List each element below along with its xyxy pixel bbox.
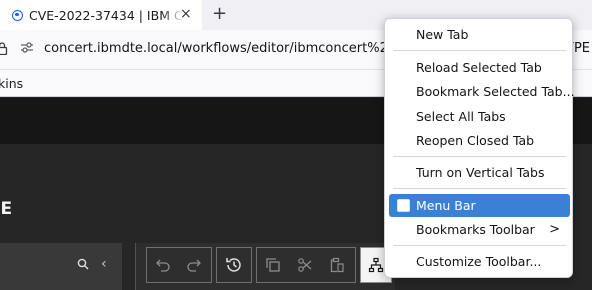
menu-item-label: Menu Bar <box>416 198 476 213</box>
menu-separator <box>393 50 566 51</box>
tab-context-menu: New Tab Reload Selected Tab Bookmark Sel… <box>384 18 575 278</box>
menu-item-select-all-tabs[interactable]: Select All Tabs <box>389 105 570 128</box>
menu-separator <box>393 245 566 246</box>
menu-separator <box>393 188 566 189</box>
menu-item-new-tab[interactable]: New Tab <box>389 23 570 46</box>
paste-button[interactable] <box>321 247 353 283</box>
cut-button[interactable] <box>289 247 321 283</box>
url-text: concert.ibmdte.local/workflows/editor/ib… <box>44 41 412 56</box>
history-button[interactable] <box>218 247 250 283</box>
ibm-concert-icon <box>12 9 23 21</box>
cut-icon <box>297 257 313 273</box>
close-tab-icon[interactable]: × <box>180 6 192 22</box>
copy-button[interactable] <box>257 247 289 283</box>
menu-item-vertical-tabs[interactable]: Turn on Vertical Tabs <box>389 161 570 184</box>
menu-item-customize-toolbar[interactable]: Customize Toolbar... <box>389 250 570 273</box>
menu-item-bookmark-selected-tab[interactable]: Bookmark Selected Tab... <box>389 80 575 103</box>
redo-button[interactable] <box>178 247 210 283</box>
search-icon[interactable] <box>77 258 89 273</box>
tab-title: CVE-2022-37434 | IBM Concert <box>29 7 185 23</box>
paste-icon <box>329 257 345 273</box>
history-icon <box>225 256 243 274</box>
permissions-icon[interactable] <box>20 41 34 56</box>
workflow-icon <box>368 257 384 273</box>
submenu-arrow-icon: > <box>549 222 560 237</box>
menu-item-label: Bookmarks Toolbar <box>416 222 535 237</box>
bookmark-item[interactable]: kins <box>0 76 23 91</box>
menu-item-menu-bar[interactable]: Menu Bar <box>389 194 570 217</box>
menu-item-reload-selected-tab[interactable]: Reload Selected Tab <box>389 56 570 79</box>
copy-icon <box>265 257 281 273</box>
menu-item-reopen-closed-tab[interactable]: Reopen Closed Tab <box>389 129 570 152</box>
redo-icon <box>186 258 202 272</box>
lock-icon[interactable] <box>0 42 8 59</box>
menu-bar-checkbox[interactable] <box>397 199 410 212</box>
menu-separator <box>393 156 566 157</box>
page-title: PE <box>0 199 13 219</box>
menu-item-bookmarks-toolbar[interactable]: Bookmarks Toolbar > <box>389 218 570 241</box>
chevron-left-icon[interactable]: ‹ <box>101 256 107 272</box>
new-tab-button[interactable]: + <box>212 3 227 24</box>
undo-icon <box>155 258 171 272</box>
browser-tab[interactable]: CVE-2022-37434 | IBM Concert × <box>0 0 202 30</box>
undo-button[interactable] <box>147 247 179 283</box>
